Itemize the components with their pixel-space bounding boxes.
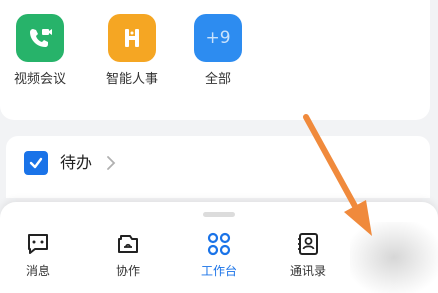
annotation-arrow-icon (303, 114, 372, 236)
